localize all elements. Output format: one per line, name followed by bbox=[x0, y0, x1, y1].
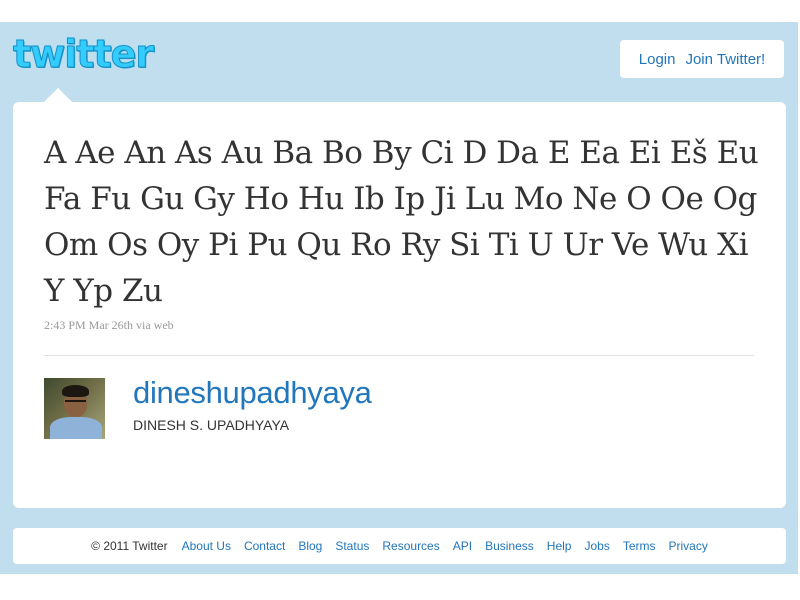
twitter-logo[interactable]: twitter bbox=[12, 30, 154, 78]
footer-links: About Us Contact Blog Status Resources A… bbox=[182, 539, 708, 553]
avatar-glasses bbox=[65, 400, 86, 407]
join-twitter-link[interactable]: Join Twitter! bbox=[685, 51, 765, 68]
footer-link-contact[interactable]: Contact bbox=[244, 539, 285, 553]
footer-link-help[interactable]: Help bbox=[547, 539, 572, 553]
tweet-meta[interactable]: 2:43 PM Mar 26th via web bbox=[44, 318, 174, 333]
divider bbox=[44, 355, 754, 356]
footer-link-status[interactable]: Status bbox=[335, 539, 369, 553]
footer-link-about-us[interactable]: About Us bbox=[182, 539, 231, 553]
avatar[interactable] bbox=[44, 378, 105, 439]
footer-link-api[interactable]: API bbox=[453, 539, 472, 553]
auth-box: Login Join Twitter! bbox=[620, 40, 784, 78]
avatar-hair bbox=[62, 385, 89, 397]
avatar-shirt bbox=[50, 417, 102, 439]
login-link[interactable]: Login bbox=[639, 51, 676, 68]
copyright-text: © 2011 Twitter bbox=[91, 539, 168, 553]
author-full-name: DINESH S. UPADHYAYA bbox=[133, 417, 290, 433]
footer-link-resources[interactable]: Resources bbox=[382, 539, 439, 553]
author-username-link[interactable]: dineshupadhyaya bbox=[133, 375, 372, 411]
footer-link-blog[interactable]: Blog bbox=[298, 539, 322, 553]
footer-link-business[interactable]: Business bbox=[485, 539, 534, 553]
footer-link-jobs[interactable]: Jobs bbox=[584, 539, 609, 553]
footer-link-privacy[interactable]: Privacy bbox=[669, 539, 708, 553]
card-pointer bbox=[44, 88, 72, 102]
page: twitter Login Join Twitter! A Ae An As A… bbox=[0, 0, 800, 600]
footer-link-terms[interactable]: Terms bbox=[623, 539, 656, 553]
footer: © 2011 Twitter About Us Contact Blog Sta… bbox=[13, 528, 786, 564]
tweet-text: A Ae An As Au Ba Bo By Ci D Da E Ea Ei E… bbox=[44, 135, 759, 309]
